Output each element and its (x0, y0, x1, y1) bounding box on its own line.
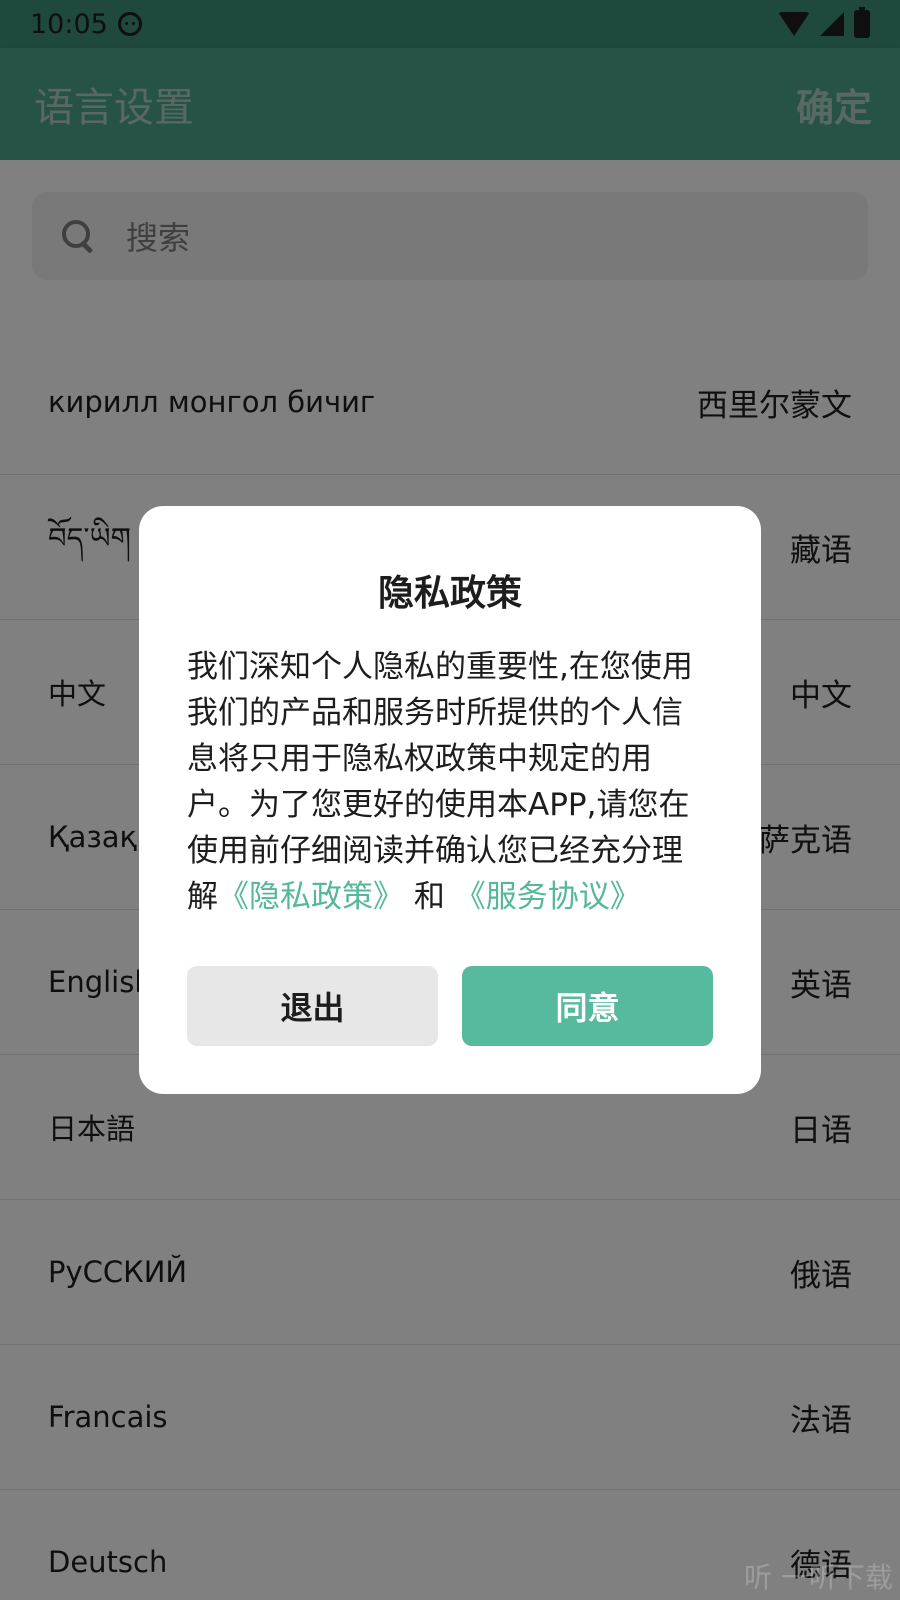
dialog-body-text: 我们深知个人隐私的重要性,在您使用我们的产品和服务时所提供的个人信息将只用于隐私… (187, 649, 693, 915)
exit-button[interactable]: 退出 (187, 966, 438, 1046)
service-agreement-link[interactable]: 《服务协议》 (455, 879, 641, 915)
agree-button[interactable]: 同意 (462, 966, 713, 1046)
privacy-policy-link[interactable]: 《隐私政策》 (218, 879, 404, 915)
watermark: 听 一听下载 (744, 1561, 893, 1594)
dialog-conjunction: 和 (404, 879, 455, 915)
privacy-dialog: 隐私政策 我们深知个人隐私的重要性,在您使用我们的产品和服务时所提供的个人信息将… (139, 506, 761, 1094)
dialog-title: 隐私政策 (377, 573, 522, 614)
dialog-buttons: 退出 同意 (187, 966, 713, 1046)
dialog-body: 我们深知个人隐私的重要性,在您使用我们的产品和服务时所提供的个人信息将只用于隐私… (187, 644, 713, 920)
